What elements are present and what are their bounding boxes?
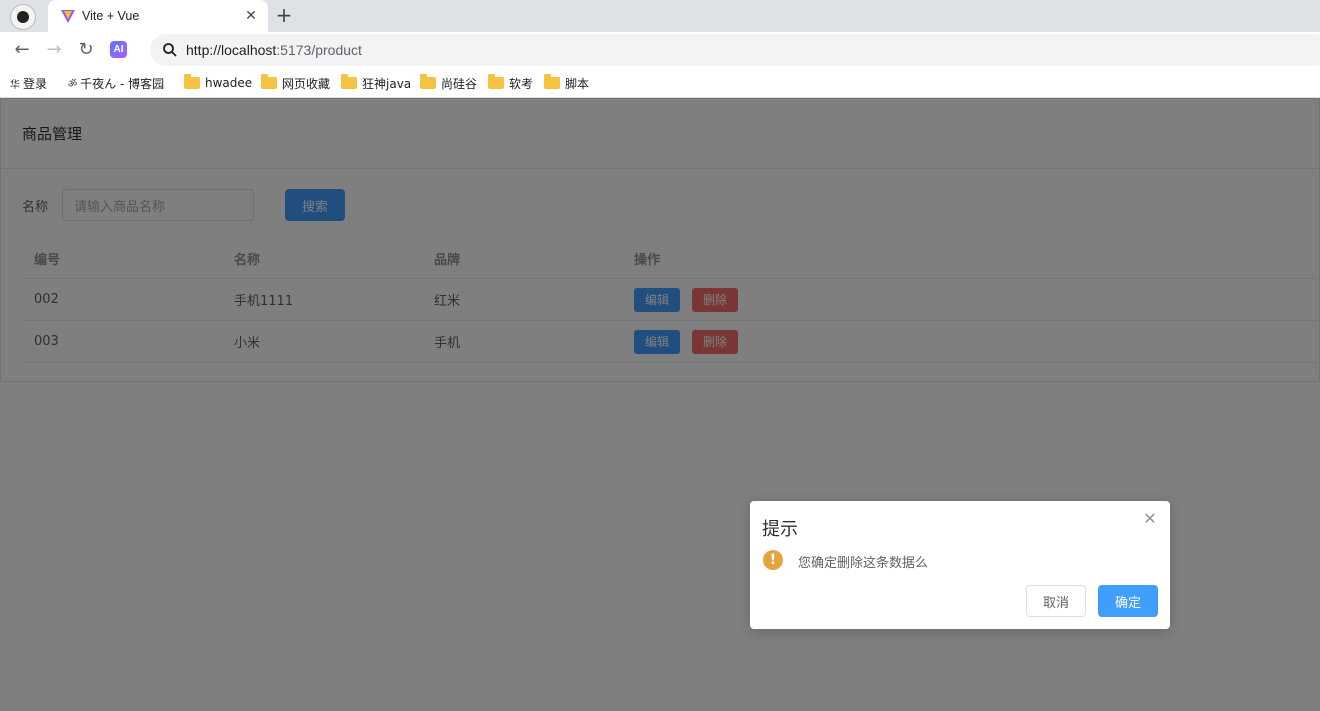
ai-extension-icon[interactable]: AI bbox=[110, 41, 127, 58]
folder-icon bbox=[488, 74, 504, 89]
folder-icon bbox=[261, 74, 277, 89]
site-icon: ॐ bbox=[68, 79, 78, 90]
reload-icon[interactable]: ↻ bbox=[76, 40, 96, 60]
new-tab-button[interactable]: + bbox=[274, 5, 294, 26]
bookmark-folder-hwadee[interactable]: hwadee bbox=[184, 74, 252, 92]
close-icon[interactable]: ✕ bbox=[1142, 511, 1158, 527]
bookmark-folder-favorites[interactable]: 网页收藏 bbox=[261, 74, 330, 92]
folder-icon bbox=[420, 74, 436, 89]
folder-icon bbox=[544, 74, 560, 89]
bookmark-label: 脚本 bbox=[565, 76, 590, 91]
browser-tab[interactable]: Vite + Vue ✕ bbox=[48, 0, 268, 32]
url-host: http://localhost bbox=[186, 42, 277, 58]
bookmark-label: 千夜ん - 博客园 bbox=[80, 76, 165, 91]
bookmark-label: hwadee bbox=[205, 76, 253, 90]
bookmarks-bar: 华登录 ॐ 千夜ん - 博客园 hwadee 网页收藏 狂神java 尚硅谷 软考… bbox=[0, 68, 1320, 98]
bookmark-blog[interactable]: ॐ 千夜ん - 博客园 bbox=[68, 74, 164, 92]
tab-title: Vite + Vue bbox=[82, 9, 140, 23]
site-icon: 华 bbox=[10, 79, 20, 91]
bookmark-label: 登录 bbox=[23, 76, 48, 91]
browser-tab-bar: Vite + Vue ✕ + bbox=[0, 0, 1320, 32]
confirm-dialog: 提示 ✕ ! 您确定删除这条数据么 取消 确定 bbox=[750, 501, 1170, 629]
bookmark-label: 尚硅谷 bbox=[441, 76, 478, 91]
profile-avatar[interactable] bbox=[10, 4, 36, 30]
browser-toolbar: ← → ↻ AI http://localhost:5173/product bbox=[0, 32, 1320, 68]
folder-icon bbox=[184, 74, 200, 89]
bookmark-folder-scripts[interactable]: 脚本 bbox=[544, 74, 589, 92]
warning-icon: ! bbox=[763, 550, 783, 570]
avatar-face-icon bbox=[17, 11, 29, 23]
vite-logo-icon bbox=[61, 10, 75, 23]
dialog-message: 您确定删除这条数据么 bbox=[798, 556, 929, 571]
address-bar[interactable]: http://localhost:5173/product bbox=[150, 34, 1320, 66]
url-text: http://localhost:5173/product bbox=[186, 42, 362, 58]
bookmark-folder-java[interactable]: 狂神java bbox=[341, 74, 411, 92]
dialog-title: 提示 bbox=[762, 519, 798, 540]
search-icon bbox=[163, 43, 177, 57]
tab-close-icon[interactable]: ✕ bbox=[242, 7, 260, 25]
forward-arrow-icon[interactable]: → bbox=[44, 40, 64, 60]
bookmark-label: 软考 bbox=[509, 76, 534, 91]
bookmark-folder-exam[interactable]: 软考 bbox=[488, 74, 533, 92]
url-path: :5173/product bbox=[276, 42, 362, 58]
bookmark-folder-atguigu[interactable]: 尚硅谷 bbox=[420, 74, 477, 92]
bookmark-label: 网页收藏 bbox=[282, 76, 331, 91]
back-arrow-icon[interactable]: ← bbox=[12, 40, 32, 60]
folder-icon bbox=[341, 74, 357, 89]
confirm-button[interactable]: 确定 bbox=[1098, 585, 1158, 617]
bookmark-login[interactable]: 华登录 bbox=[10, 74, 47, 92]
bookmark-label: 狂神java bbox=[362, 76, 412, 91]
cancel-button[interactable]: 取消 bbox=[1026, 585, 1086, 617]
